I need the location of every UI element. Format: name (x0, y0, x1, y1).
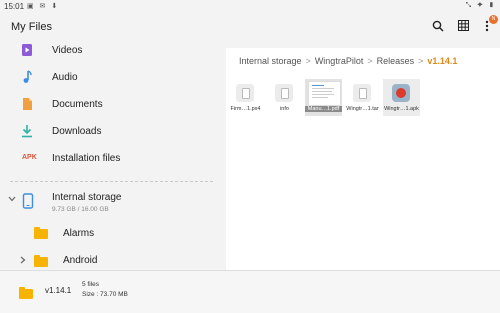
breadcrumb: Internal storage > WingtraPilot > Releases > v… (239, 56, 457, 66)
file-browser-pane: Internal storage > WingtraPilot > Releases > v… (226, 48, 500, 270)
file-icon (275, 84, 293, 102)
sidebar-item-documents[interactable]: Documents (0, 92, 225, 118)
search-icon[interactable] (431, 20, 445, 34)
app-title: My Files (11, 21, 52, 33)
file-name: info (280, 106, 289, 112)
folder-icon (34, 227, 48, 239)
breadcrumb-separator: > (367, 56, 373, 66)
file-name: Manu…1.pdf (305, 106, 342, 112)
folder-size: Size : 73.70 MB (82, 291, 128, 298)
music-note-icon (20, 70, 36, 86)
sidebar-item-internal-storage[interactable]: Internal storage 9.73 GB / 16.00 GB (0, 190, 225, 220)
sidebar: Videos Audio Documents Downloads APK Ins… (0, 38, 225, 270)
breadcrumb-item[interactable]: WingtraPilot (315, 56, 364, 66)
document-icon (20, 97, 36, 113)
download-icon (20, 124, 36, 140)
sidebar-item-label: Downloads (52, 126, 102, 137)
selection-info-bar: v1.14.1 5 files Size : 73.70 MB (0, 270, 500, 313)
sidebar-item-installation-files[interactable]: APK Installation files (0, 146, 225, 172)
storage-label: Internal storage (52, 192, 122, 203)
notification-badge: N (489, 15, 498, 24)
status-time: 15:01 (4, 2, 25, 11)
sidebar-item-audio[interactable]: Audio (0, 65, 225, 91)
sidebar-item-label: Videos (52, 45, 83, 56)
sidebar-item-label: Audio (52, 72, 78, 83)
notification-icons: ▣ ✉ ⬇ (27, 3, 60, 10)
breadcrumb-item[interactable]: Internal storage (239, 56, 302, 66)
file-icon (353, 84, 371, 102)
breadcrumb-item[interactable]: Releases (377, 56, 415, 66)
sidebar-item-label: Installation files (52, 153, 121, 164)
app-icon (392, 84, 410, 102)
status-bar: 15:01 ▣ ✉ ⬇ ⤡ ✦ ▮ (0, 0, 500, 14)
pdf-thumbnail-icon (308, 81, 341, 106)
sidebar-divider (10, 181, 213, 182)
folder-icon (34, 255, 48, 267)
sidebar-item-label: Documents (52, 99, 103, 110)
file-name: Firm…1.px4 (230, 106, 261, 112)
current-folder-name: v1.14.1 (45, 286, 72, 295)
system-status-icons: ⤡ ✦ ▮ (465, 2, 496, 9)
tablet-icon (22, 193, 38, 209)
breadcrumb-separator: > (305, 56, 311, 66)
folder-item-alarms[interactable]: Alarms (0, 221, 225, 247)
more-options-icon[interactable]: N (480, 15, 498, 34)
video-icon (20, 43, 36, 59)
file-item[interactable]: info (266, 79, 303, 116)
file-item[interactable]: Firm…1.px4 (227, 79, 264, 116)
file-name: Wingtr…1.apk (384, 106, 419, 112)
apk-icon: APK (22, 154, 37, 161)
sidebar-item-videos[interactable]: Videos (0, 38, 225, 64)
sidebar-item-downloads[interactable]: Downloads (0, 119, 225, 145)
storage-usage: 9.73 GB / 16.00 GB (52, 206, 109, 213)
chevron-right-icon[interactable] (20, 256, 26, 266)
file-item[interactable]: Wingtr…1.tar (344, 79, 381, 116)
file-count: 5 files (82, 281, 99, 288)
folder-icon (19, 287, 33, 299)
breadcrumb-current: v1.14.1 (427, 56, 458, 66)
file-item[interactable]: Wingtr…1.apk (383, 79, 420, 116)
folder-label: Android (63, 255, 98, 266)
file-item-selected[interactable]: Manu…1.pdf (305, 79, 342, 116)
file-icon (236, 84, 254, 102)
folder-label: Alarms (63, 228, 95, 239)
chevron-down-icon[interactable] (8, 194, 16, 204)
file-name: Wingtr…1.tar (346, 106, 379, 112)
grid-view-icon[interactable] (456, 20, 470, 34)
breadcrumb-separator: > (418, 56, 424, 66)
